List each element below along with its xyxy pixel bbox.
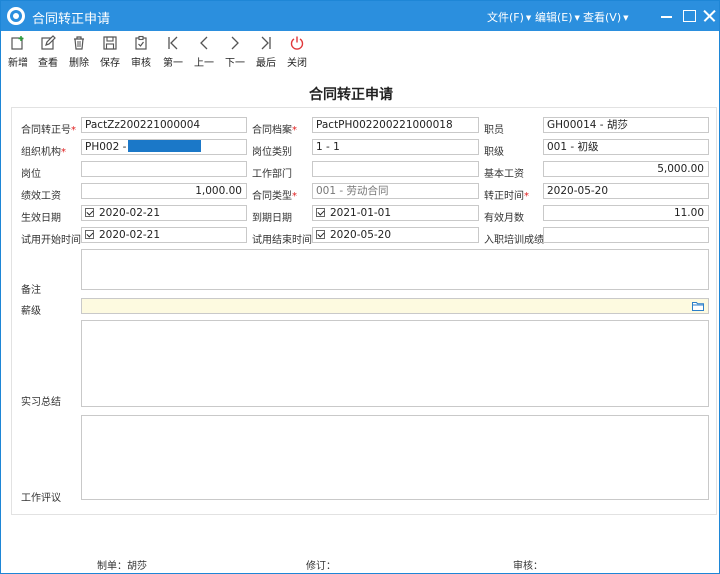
menu-file[interactable]: 文件(F) ▼ — [487, 9, 531, 25]
label-trial-start: 试用开始时间 — [21, 235, 81, 246]
footer-revise: 修订： — [306, 561, 336, 572]
label-employee: 职员 — [484, 125, 504, 136]
expiry-date-field[interactable]: 2021-01-01 — [312, 205, 479, 221]
org-value: PH002 - — [85, 141, 127, 153]
confirm-time-field[interactable]: 2020-05-20 — [543, 183, 709, 199]
post-type-field[interactable]: 1 - 1 — [312, 139, 479, 155]
clipboard-check-icon — [135, 35, 147, 50]
salary-grade-field[interactable] — [81, 298, 709, 314]
chevron-left-icon — [200, 36, 208, 50]
label-training: 入职培训成绩 — [484, 235, 544, 246]
work-review-textarea[interactable] — [81, 415, 709, 500]
trial-start-field[interactable]: 2020-02-21 — [81, 227, 247, 243]
label-org: 组织机构* — [21, 147, 66, 158]
label-contract-no: 合同转正号* — [21, 125, 76, 136]
base-salary-field[interactable]: 5,000.00 — [543, 161, 709, 177]
intern-summary-textarea[interactable] — [81, 320, 709, 407]
label-post: 岗位 — [21, 169, 41, 180]
label-effective-date: 生效日期 — [21, 213, 61, 224]
close-window-button[interactable] — [700, 6, 720, 26]
save-icon — [103, 36, 117, 50]
title-bar: 合同转正申请 文件(F) ▼ 编辑(E) ▼ 查看(V) ▼ — [1, 1, 719, 31]
checkbox-checked-icon[interactable] — [316, 230, 325, 239]
minimize-button[interactable] — [657, 6, 677, 26]
valid-months-field[interactable]: 11.00 — [543, 205, 709, 221]
employee-field[interactable]: GH00014 - 胡莎 — [543, 117, 709, 133]
label-contract-type: 合同类型* — [252, 191, 297, 202]
new-icon — [11, 36, 24, 50]
window-title: 合同转正申请 — [32, 12, 111, 27]
close-button[interactable]: 关闭 — [282, 35, 312, 69]
checkbox-checked-icon[interactable] — [316, 208, 325, 217]
app-logo-icon — [7, 7, 25, 25]
maximize-button[interactable] — [679, 6, 699, 26]
form-title: 合同转正申请 — [309, 87, 393, 103]
label-intern-summary: 实习总结 — [21, 397, 61, 408]
first-page-icon — [168, 36, 178, 50]
label-remark: 备注 — [21, 285, 41, 296]
label-expiry-date: 到期日期 — [252, 213, 292, 224]
training-field[interactable] — [543, 227, 709, 243]
rank-field[interactable]: 001 - 初级 — [543, 139, 709, 155]
perf-salary-field[interactable]: 1,000.00 — [81, 183, 247, 199]
menu-view[interactable]: 查看(V) ▼ — [583, 9, 629, 25]
label-valid-months: 有效月数 — [484, 213, 524, 224]
trash-icon — [74, 36, 84, 50]
trial-end-field[interactable]: 2020-05-20 — [312, 227, 479, 243]
power-icon — [290, 36, 304, 50]
effective-date-field[interactable]: 2020-02-21 — [81, 205, 247, 221]
label-post-type: 岗位类别 — [252, 147, 292, 158]
footer-maker: 制单：胡莎 — [97, 561, 147, 572]
label-base-salary: 基本工资 — [484, 169, 524, 180]
org-field[interactable]: PH002 - — [81, 139, 247, 155]
label-confirm-time: 转正时间* — [484, 191, 529, 202]
edit-view-icon — [41, 35, 56, 50]
label-salary-grade: 薪级 — [21, 306, 41, 317]
remark-textarea[interactable] — [81, 249, 709, 290]
label-rank: 职级 — [484, 147, 504, 158]
contract-no-field[interactable]: PactZz200221000004 — [81, 117, 247, 133]
label-work-dept: 工作部门 — [252, 169, 292, 180]
label-work-review: 工作评议 — [21, 493, 61, 504]
menu-edit[interactable]: 编辑(E) ▼ — [535, 9, 580, 25]
last-page-icon — [261, 36, 271, 50]
work-dept-field[interactable] — [312, 161, 479, 177]
post-field[interactable] — [81, 161, 247, 177]
label-perf-salary: 绩效工资 — [21, 191, 61, 202]
chevron-down-icon: ▼ — [525, 14, 532, 22]
contract-file-field[interactable]: PactPH002200221000018 — [312, 117, 479, 133]
folder-icon[interactable] — [692, 301, 704, 311]
footer-audit: 审核： — [513, 561, 543, 572]
chevron-right-icon — [231, 36, 239, 50]
redacted-block — [128, 140, 202, 152]
label-trial-end: 试用结束时间 — [252, 235, 312, 246]
app-window: 合同转正申请 文件(F) ▼ 编辑(E) ▼ 查看(V) ▼ 新增 查看 删除 保存 … — [0, 0, 720, 574]
checkbox-checked-icon[interactable] — [85, 230, 94, 239]
label-contract-file: 合同档案* — [252, 125, 297, 136]
chevron-down-icon: ▼ — [623, 14, 629, 22]
toolbar: 新增 查看 删除 保存 审核 第一 上一 下一 最后 关闭 — [1, 31, 719, 71]
checkbox-checked-icon[interactable] — [85, 208, 94, 217]
form-panel: 合同转正号* PactZz200221000004 合同档案* PactPH00… — [11, 107, 717, 515]
chevron-down-icon: ▼ — [574, 14, 580, 22]
contract-type-field[interactable]: 001 - 劳动合同 — [312, 183, 479, 199]
